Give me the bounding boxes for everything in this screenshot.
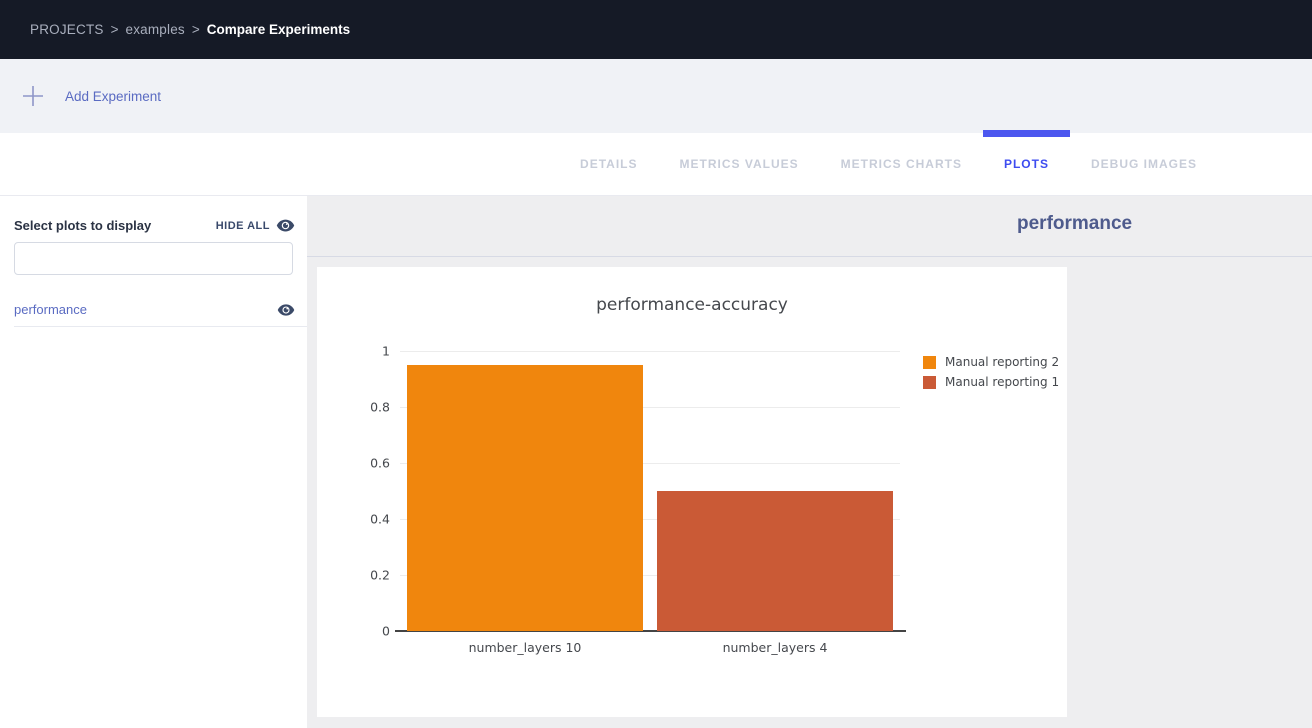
compare-experiments-page: PROJECTS > examples > Compare Experiment… xyxy=(0,0,1312,728)
hide-all-label: HIDE ALL xyxy=(216,220,270,232)
y-axis-tick-label: 1 xyxy=(382,344,390,359)
plots-content-area: performance performance-accuracy 00.20.4… xyxy=(307,196,1312,728)
breadcrumb-separator: > xyxy=(192,22,200,37)
eye-icon xyxy=(277,303,295,317)
breadcrumb-bar: PROJECTS > examples > Compare Experiment… xyxy=(0,0,1312,59)
tab-label: PLOTS xyxy=(1004,157,1049,171)
plot-item-label[interactable]: performance xyxy=(14,302,87,317)
legend-item[interactable]: Manual reporting 2 xyxy=(923,355,1059,369)
breadcrumb-separator: > xyxy=(111,22,119,37)
tab-bar: DETAILS METRICS VALUES METRICS CHARTS PLOTS… xyxy=(0,133,1312,196)
x-axis-tick-label: number_layers 4 xyxy=(723,640,828,655)
x-axis-tick-label: number_layers 10 xyxy=(469,640,582,655)
plot-card: performance-accuracy 00.20.40.60.81numbe… xyxy=(317,267,1067,717)
breadcrumb-projects[interactable]: PROJECTS xyxy=(30,22,104,37)
tab-debug-images[interactable]: DEBUG IMAGES xyxy=(1070,133,1218,195)
action-bar: Add Experiment xyxy=(0,59,1312,133)
plot-filter-input[interactable] xyxy=(14,242,293,275)
y-axis-tick-label: 0.4 xyxy=(370,512,390,527)
tab-label: METRICS CHARTS xyxy=(841,157,962,171)
y-axis-tick-label: 0.2 xyxy=(370,568,390,583)
y-axis-tick-label: 0.6 xyxy=(370,456,390,471)
plot-selector-sidebar: Select plots to display HIDE ALL perform… xyxy=(0,196,307,728)
tab-label: METRICS VALUES xyxy=(680,157,799,171)
tab-metrics-charts[interactable]: METRICS CHARTS xyxy=(820,133,983,195)
tab-plots[interactable]: PLOTS xyxy=(983,133,1070,195)
legend-label: Manual reporting 2 xyxy=(945,355,1059,369)
plot-list: performance xyxy=(0,293,307,327)
tab-label: DEBUG IMAGES xyxy=(1091,157,1197,171)
tab-metrics-values[interactable]: METRICS VALUES xyxy=(659,133,820,195)
eye-icon xyxy=(276,218,295,233)
legend-swatch xyxy=(923,376,936,389)
y-axis-tick-label: 0.8 xyxy=(370,400,390,415)
add-experiment-button[interactable] xyxy=(18,81,48,111)
metric-group-title: performance xyxy=(1017,213,1132,235)
breadcrumb-current-page: Compare Experiments xyxy=(207,22,350,37)
legend-label: Manual reporting 1 xyxy=(945,375,1059,389)
breadcrumb-project-examples[interactable]: examples xyxy=(126,22,185,37)
tab-label: DETAILS xyxy=(580,157,637,171)
active-tab-indicator xyxy=(983,130,1070,137)
legend-item[interactable]: Manual reporting 1 xyxy=(923,375,1059,389)
chart-legend: Manual reporting 2 Manual reporting 1 xyxy=(923,355,1059,395)
add-experiment-label[interactable]: Add Experiment xyxy=(65,89,161,104)
gridline xyxy=(400,351,900,352)
metric-group-header: performance xyxy=(307,196,1312,257)
sidebar-title: Select plots to display xyxy=(14,218,151,233)
plus-icon xyxy=(22,85,44,107)
plot-area[interactable]: 00.20.40.60.81number_layers 10number_lay… xyxy=(400,351,900,631)
toggle-visibility-button[interactable] xyxy=(277,303,295,317)
hide-all-button[interactable]: HIDE ALL xyxy=(216,218,295,233)
tab-details[interactable]: DETAILS xyxy=(559,133,658,195)
bar-manual-reporting-1[interactable] xyxy=(657,491,893,631)
legend-swatch xyxy=(923,356,936,369)
chart-title: performance-accuracy xyxy=(317,295,1067,315)
y-axis-tick-label: 0 xyxy=(382,624,390,639)
plot-list-item[interactable]: performance xyxy=(14,293,307,327)
bar-manual-reporting-2[interactable] xyxy=(407,365,643,631)
